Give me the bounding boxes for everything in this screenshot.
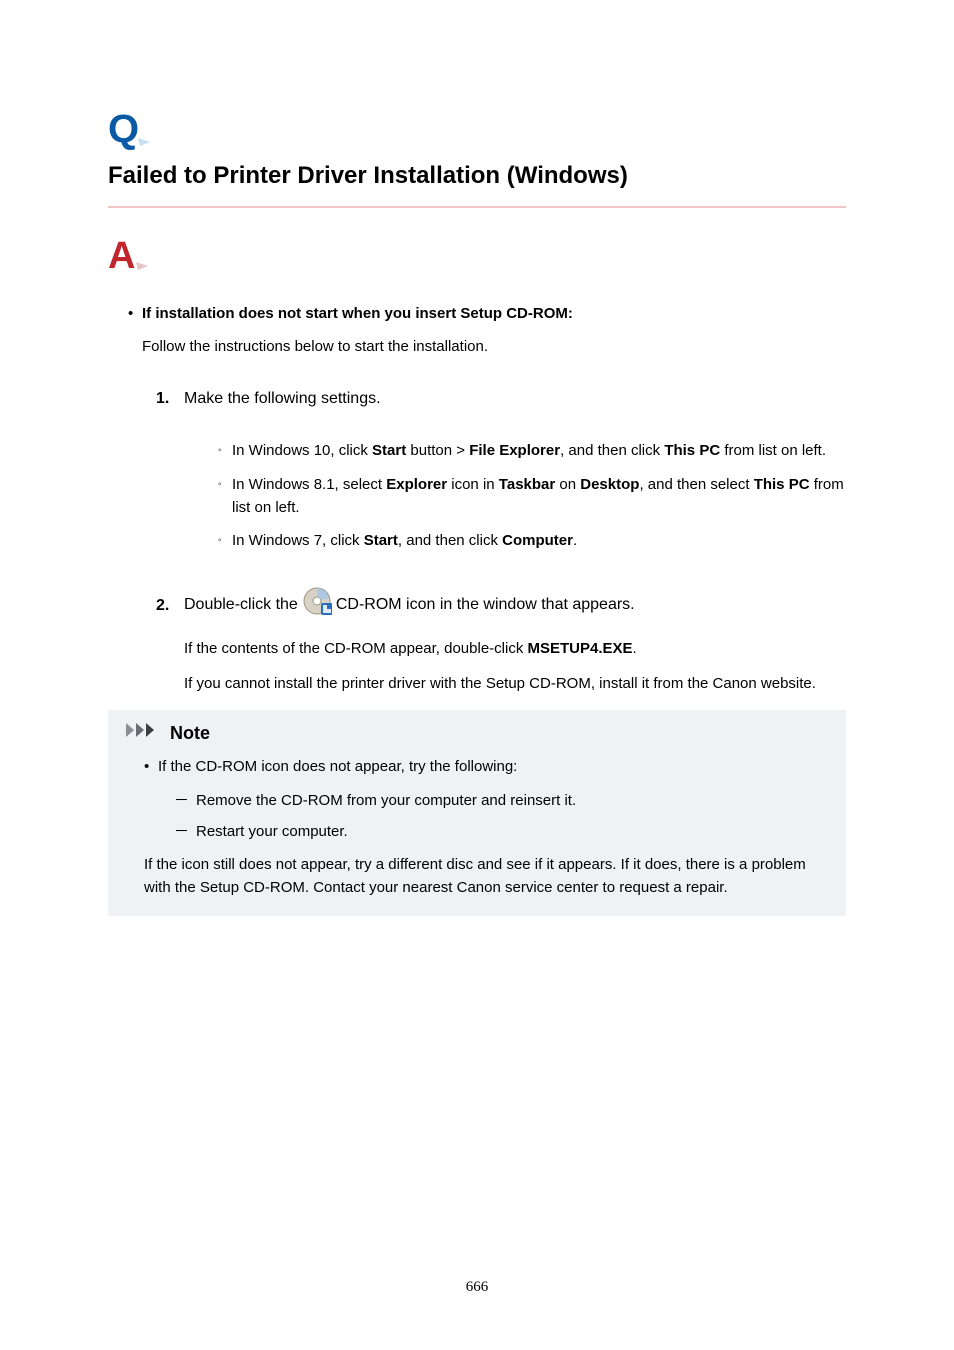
question-icon: Q [108, 108, 846, 150]
text-bold: Start [372, 442, 406, 459]
section-intro: Follow the instructions below to start t… [142, 335, 846, 358]
step-2: 2. Double-click the CD-ROM icon in the w… [156, 586, 846, 625]
divider [108, 206, 846, 208]
text: from list on left. [720, 442, 826, 459]
text: , and then select [639, 476, 753, 493]
note-sub-2: － Restart your computer. [174, 820, 810, 843]
note-section: Note • If the CD-ROM icon does not appea… [108, 710, 846, 916]
ring-bullet-icon: ◦ [218, 529, 232, 552]
text-bold: Taskbar [499, 476, 555, 493]
text: CD-ROM icon in the window that appears. [336, 593, 635, 618]
ring-bullet-icon: ◦ [218, 473, 232, 520]
text: . [633, 640, 637, 657]
text: . [573, 532, 577, 549]
text: , and then click [398, 532, 502, 549]
step-number: 1. [156, 387, 184, 412]
text: icon in [447, 476, 499, 493]
text: In Windows 10, click [232, 442, 372, 459]
text: , and then click [560, 442, 664, 459]
sub-step-w7: ◦ In Windows 7, click Start, and then cl… [218, 529, 846, 552]
text-bold: File Explorer [469, 442, 560, 459]
section-heading-row: • If installation does not start when yo… [128, 302, 846, 325]
text: Remove the CD-ROM from your computer and… [196, 789, 576, 812]
text-bold: This PC [664, 442, 720, 459]
sub-step-w10: ◦ In Windows 10, click Start button > Fi… [218, 439, 846, 462]
note-bullet: • If the CD-ROM icon does not appear, tr… [144, 755, 810, 778]
section-heading: If installation does not start when you … [142, 302, 846, 325]
sub-step-w81: ◦ In Windows 8.1, select Explorer icon i… [218, 473, 846, 520]
svg-text:Q: Q [108, 108, 139, 150]
text-bold: Computer [502, 532, 573, 549]
svg-text:A: A [108, 236, 135, 276]
bullet-icon: • [128, 302, 142, 325]
dash-icon: － [174, 820, 196, 843]
note-label: Note [170, 720, 210, 748]
step-number: 2. [156, 590, 184, 622]
page-number: 666 [0, 1279, 954, 1296]
chevron-right-icon [126, 721, 164, 746]
text: Double-click the [184, 593, 298, 618]
text: In Windows 7, click [232, 532, 364, 549]
text: In Windows 8.1, select [232, 476, 386, 493]
note-tail: If the icon still does not appear, try a… [144, 853, 810, 900]
step-text: Make the following settings. [184, 387, 846, 412]
answer-icon: A [108, 236, 846, 276]
bullet-icon: • [144, 755, 158, 778]
step-1: 1. Make the following settings. [156, 387, 846, 412]
step-2-detail-2: If you cannot install the printer driver… [184, 672, 846, 695]
note-sub-1: － Remove the CD-ROM from your computer a… [174, 789, 810, 812]
page-title: Failed to Printer Driver Installation (W… [108, 162, 846, 190]
text-bold: Start [364, 532, 398, 549]
step-2-detail-1: If the contents of the CD-ROM appear, do… [184, 637, 846, 660]
dash-icon: － [174, 789, 196, 812]
cd-rom-icon [302, 586, 332, 625]
text-bold: This PC [754, 476, 810, 493]
text: If the contents of the CD-ROM appear, do… [184, 640, 528, 657]
text: Restart your computer. [196, 820, 348, 843]
ring-bullet-icon: ◦ [218, 439, 232, 462]
text: button > [406, 442, 469, 459]
text: If the CD-ROM icon does not appear, try … [158, 755, 517, 778]
text-bold: MSETUP4.EXE [528, 640, 633, 657]
text-bold: Explorer [386, 476, 447, 493]
text: on [555, 476, 580, 493]
text-bold: Desktop [580, 476, 639, 493]
